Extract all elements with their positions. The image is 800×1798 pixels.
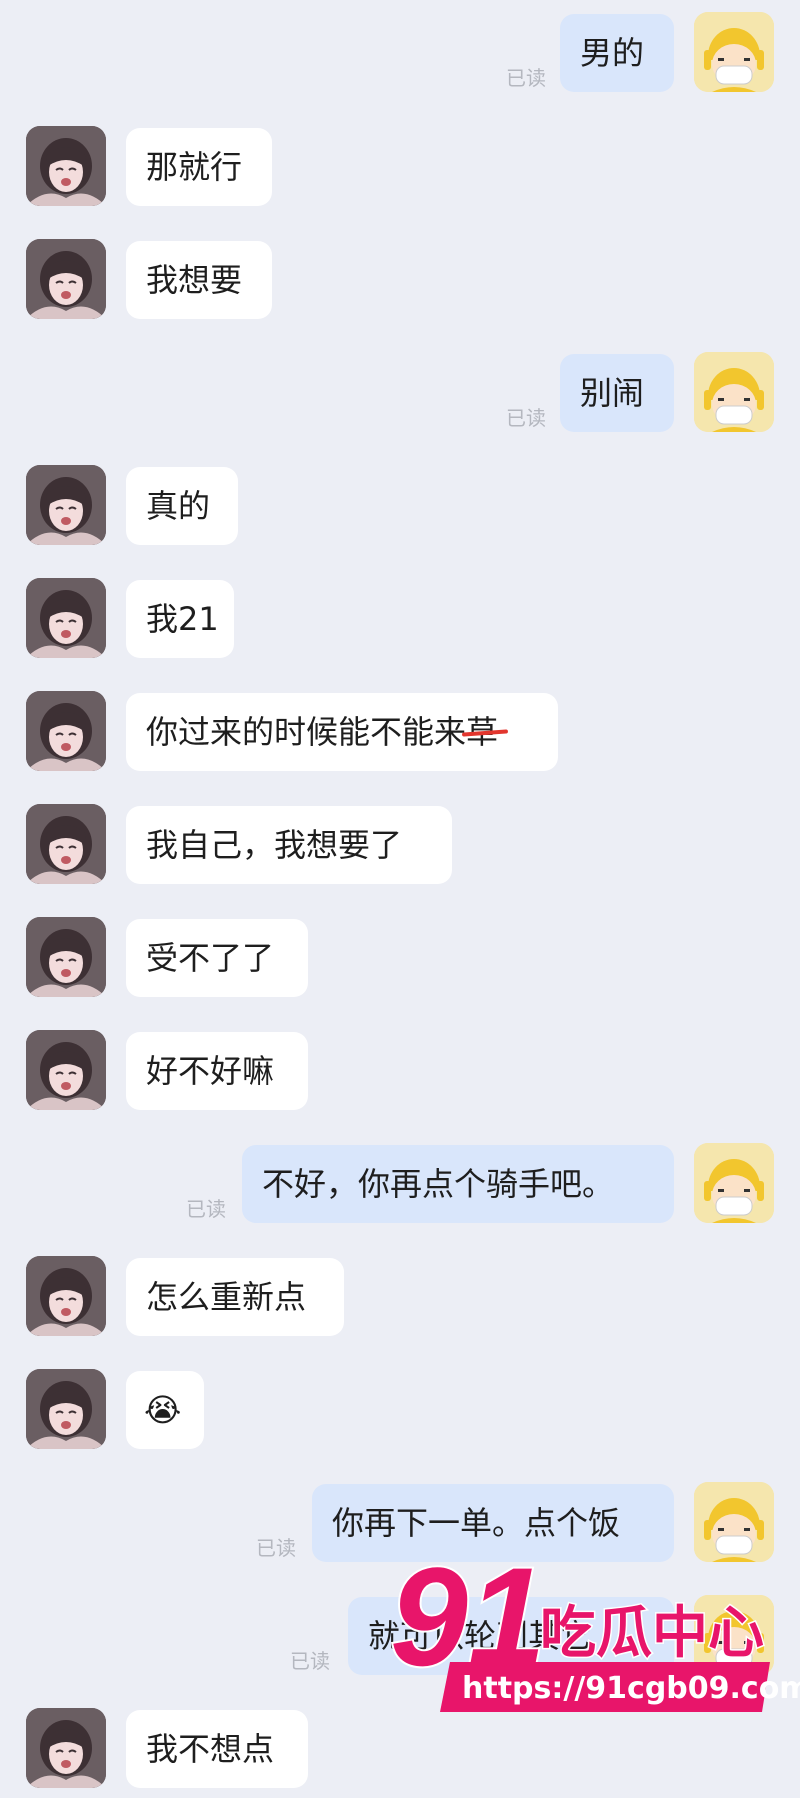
incoming-message-bubble[interactable]: 😭 xyxy=(126,1371,204,1449)
girl-avatar-icon xyxy=(26,578,106,658)
courier-avatar-icon xyxy=(694,352,774,432)
contact-avatar[interactable] xyxy=(26,1708,106,1788)
outgoing-message-bubble[interactable]: 别闹 xyxy=(560,354,674,432)
incoming-message-bubble[interactable]: 我自己，我想要了 xyxy=(126,806,452,884)
incoming-message-bubble[interactable]: 我21 xyxy=(126,580,234,658)
incoming-message-bubble[interactable]: 你过来的时候能不能来草 xyxy=(126,693,558,771)
girl-avatar-icon xyxy=(26,1369,106,1449)
read-receipt: 已读 xyxy=(506,66,546,90)
read-receipt: 已读 xyxy=(186,1197,226,1221)
incoming-message-bubble[interactable]: 那就行 xyxy=(126,128,272,206)
message-row: 我自己，我想要了 xyxy=(0,804,800,894)
contact-avatar[interactable] xyxy=(26,465,106,545)
contact-avatar[interactable] xyxy=(26,126,106,206)
message-row: 已读 男的 xyxy=(0,12,800,102)
message-row: 怎么重新点 xyxy=(0,1256,800,1346)
message-row: 已读 不好，你再点个骑手吧。 xyxy=(0,1143,800,1233)
message-row: 受不了了 xyxy=(0,917,800,1007)
read-receipt: 已读 xyxy=(256,1536,296,1560)
girl-avatar-icon xyxy=(26,691,106,771)
incoming-message-bubble[interactable]: 怎么重新点 xyxy=(126,1258,344,1336)
girl-avatar-icon xyxy=(26,804,106,884)
site-watermark: 91 吃瓜中心 https://91cgb09.com xyxy=(390,1540,800,1712)
incoming-message-bubble[interactable]: 我想要 xyxy=(126,241,272,319)
my-avatar[interactable] xyxy=(694,12,774,92)
contact-avatar[interactable] xyxy=(26,578,106,658)
girl-avatar-icon xyxy=(26,1256,106,1336)
incoming-message-bubble[interactable]: 好不好嘛 xyxy=(126,1032,308,1110)
read-receipt: 已读 xyxy=(506,406,546,430)
girl-avatar-icon xyxy=(26,1030,106,1110)
message-row: 我想要 xyxy=(0,239,800,329)
courier-avatar-icon xyxy=(694,12,774,92)
contact-avatar[interactable] xyxy=(26,917,106,997)
courier-avatar-icon xyxy=(694,1143,774,1223)
incoming-message-bubble[interactable]: 受不了了 xyxy=(126,919,308,997)
message-row: 已读 别闹 xyxy=(0,352,800,442)
my-avatar[interactable] xyxy=(694,1143,774,1223)
message-row: 😭 xyxy=(0,1369,800,1459)
contact-avatar[interactable] xyxy=(26,1030,106,1110)
watermark-url: https://91cgb09.com xyxy=(462,1671,800,1706)
message-text: 你过来的时候能不能来 xyxy=(146,713,467,751)
outgoing-message-bubble[interactable]: 男的 xyxy=(560,14,674,92)
message-row: 那就行 xyxy=(0,126,800,216)
read-receipt: 已读 xyxy=(290,1649,330,1673)
contact-avatar[interactable] xyxy=(26,804,106,884)
contact-avatar[interactable] xyxy=(26,691,106,771)
message-row: 你过来的时候能不能来草 xyxy=(0,691,800,781)
struck-out-word: 草 xyxy=(466,693,498,771)
watermark-title: 吃瓜中心 xyxy=(540,1601,764,1666)
crying-face-icon: 😭 xyxy=(144,1391,182,1429)
incoming-message-bubble[interactable]: 真的 xyxy=(126,467,238,545)
girl-avatar-icon xyxy=(26,126,106,206)
message-row: 好不好嘛 xyxy=(0,1030,800,1120)
watermark-url-banner: https://91cgb09.com xyxy=(440,1662,800,1712)
contact-avatar[interactable] xyxy=(26,239,106,319)
girl-avatar-icon xyxy=(26,239,106,319)
girl-avatar-icon xyxy=(26,1708,106,1788)
incoming-message-bubble[interactable]: 我不想点 xyxy=(126,1710,308,1788)
girl-avatar-icon xyxy=(26,465,106,545)
my-avatar[interactable] xyxy=(694,352,774,432)
message-row: 我21 xyxy=(0,578,800,668)
message-row: 真的 xyxy=(0,465,800,555)
girl-avatar-icon xyxy=(26,917,106,997)
outgoing-message-bubble[interactable]: 不好，你再点个骑手吧。 xyxy=(242,1145,674,1223)
contact-avatar[interactable] xyxy=(26,1256,106,1336)
contact-avatar[interactable] xyxy=(26,1369,106,1449)
